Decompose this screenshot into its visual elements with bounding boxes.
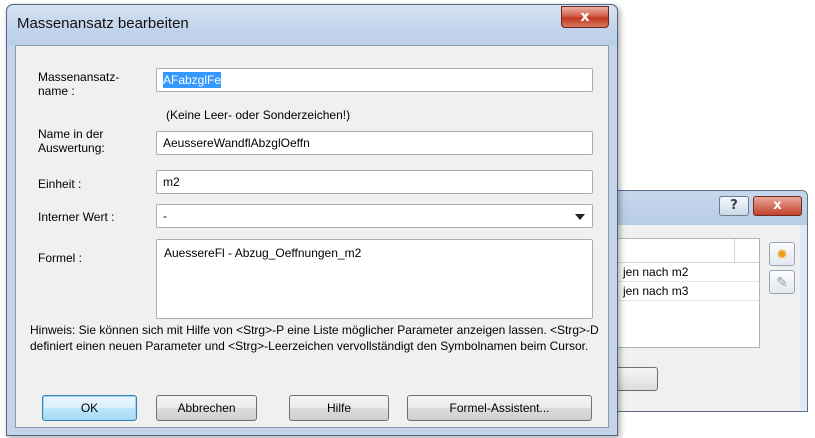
name-hint: (Keine Leer- oder Sonderzeichen!): [166, 108, 351, 122]
massenansatzname-field[interactable]: AFabzglFe: [156, 68, 593, 92]
help-button[interactable]: Hilfe: [289, 395, 389, 421]
edit-button[interactable]: ✎: [769, 270, 795, 294]
dialog-titlebar[interactable]: Massenansatz bearbeiten x: [7, 5, 617, 45]
dialog-client-area: Massenansatz- name : AFabzglFe (Keine Le…: [15, 45, 609, 428]
interner-wert-value: -: [163, 209, 167, 223]
formel-textarea[interactable]: AuessereFl - Abzug_Oeffnungen_m2: [156, 239, 593, 319]
einheit-label: Einheit :: [38, 177, 82, 191]
star-icon: ✹: [776, 246, 788, 262]
cancel-button[interactable]: Abbrechen: [156, 395, 257, 421]
pencil-icon: ✎: [776, 274, 788, 290]
hint-text: Hinweis: Sie können sich mit Hilfe von <…: [30, 323, 599, 353]
formel-label: Formel :: [38, 251, 83, 265]
dialog-title: Massenansatz bearbeiten: [17, 15, 189, 32]
formula-assistant-button[interactable]: Formel-Assistent...: [407, 395, 592, 421]
auswertung-field[interactable]: AeussereWandflAbzglOeffn: [156, 131, 593, 155]
close-button[interactable]: x: [561, 6, 609, 28]
ok-button[interactable]: OK: [42, 395, 137, 421]
background-help-button[interactable]: ?: [719, 196, 749, 216]
einheit-field[interactable]: m2: [156, 170, 593, 194]
column-separator: [734, 239, 735, 262]
massenansatzname-label: Massenansatz- name :: [38, 70, 120, 98]
interner-wert-label: Interner Wert :: [38, 210, 115, 224]
interner-wert-select[interactable]: -: [156, 204, 593, 228]
massenansatz-dialog: Massenansatz bearbeiten x Massenansatz- …: [6, 4, 618, 436]
chevron-down-icon[interactable]: [575, 214, 585, 220]
add-button[interactable]: ✹: [769, 242, 795, 266]
massenansatzname-value: AFabzglFe: [163, 72, 222, 88]
auswertung-label: Name in der Auswertung:: [38, 127, 105, 155]
close-icon: x: [580, 9, 590, 25]
background-close-button[interactable]: x: [753, 196, 802, 216]
